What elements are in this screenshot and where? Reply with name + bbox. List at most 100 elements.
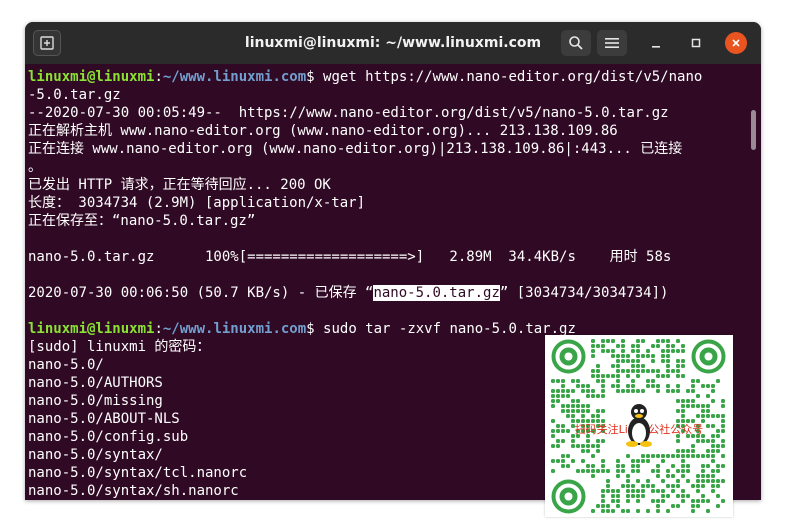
qr-module [661,459,665,463]
qr-module [651,369,655,373]
qr-module [581,409,585,413]
maximize-icon [691,38,701,48]
qr-module [581,444,585,448]
qr-module [551,389,555,393]
qr-module [646,369,650,373]
qr-module [636,459,640,463]
qr-module [561,464,565,468]
qr-module [701,499,705,503]
qr-module [586,449,590,453]
qr-module [666,454,670,458]
qr-module [661,479,665,483]
qr-module [611,354,615,358]
qr-module [706,499,710,503]
qr-module [556,379,560,383]
qr-module [686,464,690,468]
qr-module [711,479,715,483]
qr-module [601,374,605,378]
qr-module [626,369,630,373]
qr-module [566,404,570,408]
qr-module [666,354,670,358]
qr-module [706,409,710,413]
qr-module [701,404,705,408]
qr-module [586,384,590,388]
qr-module [696,414,700,418]
qr-module [671,484,675,488]
qr-module [641,489,645,493]
close-button[interactable] [725,32,747,54]
qr-module [646,454,650,458]
selected-filename[interactable]: nano-5.0.tar.gz [373,285,500,301]
qr-module [556,459,560,463]
qr-module [721,454,725,458]
qr-module [711,454,715,458]
qr-module [591,464,595,468]
qr-module [691,509,695,513]
qr-module [576,469,580,473]
qr-module [636,359,640,363]
qr-module [706,464,710,468]
qr-module [671,369,675,373]
qr-module [596,439,600,443]
qr-module [586,394,590,398]
qr-module [661,374,665,378]
qr-module [661,349,665,353]
qr-module [576,379,580,383]
search-icon [569,36,583,50]
qr-module [616,379,620,383]
qr-module [681,399,685,403]
qr-module [631,489,635,493]
qr-module [681,349,685,353]
qr-module [611,339,615,343]
file-list-item: nano-5.0/config.sub [28,429,189,445]
qr-module [651,344,655,348]
qr-module [666,364,670,368]
qr-module [576,404,580,408]
qr-module [626,474,630,478]
maximize-button[interactable] [685,32,707,54]
minimize-button[interactable] [645,32,667,54]
qr-module [676,439,680,443]
qr-module [551,459,555,463]
qr-module [616,474,620,478]
qr-module [706,384,710,388]
prompt-colon: : [154,321,163,337]
qr-module [631,349,635,353]
qr-module [596,379,600,383]
qr-module [561,379,565,383]
qr-module [571,439,575,443]
qr-module [706,439,710,443]
qr-module [591,349,595,353]
qr-module [631,464,635,468]
qr-module [626,454,630,458]
menu-button[interactable] [597,30,627,56]
minimize-icon [652,46,660,48]
qr-module [631,389,635,393]
scrollbar-thumb[interactable] [751,110,756,150]
qr-module [601,459,605,463]
qr-module [721,414,725,418]
qr-module [681,364,685,368]
qr-module [606,374,610,378]
qr-module [626,374,630,378]
qr-module [676,349,680,353]
qr-module [711,384,715,388]
qr-module [601,389,605,393]
qr-module [626,499,630,503]
qr-module [656,499,660,503]
output-line: 正在连接 www.nano-editor.org (www.nano-edito… [28,141,683,157]
new-tab-button[interactable] [33,30,61,56]
qr-module [716,414,720,418]
qr-module [696,379,700,383]
qr-module [651,384,655,388]
qr-module [641,364,645,368]
qr-module [716,379,720,383]
qr-module [586,409,590,413]
prompt-path: ~/www.linuxmi.com [162,321,307,337]
qr-module [651,499,655,503]
qr-module [636,364,640,368]
search-button[interactable] [561,30,591,56]
qr-module [591,474,595,478]
qr-module [686,469,690,473]
qr-module [656,504,660,508]
